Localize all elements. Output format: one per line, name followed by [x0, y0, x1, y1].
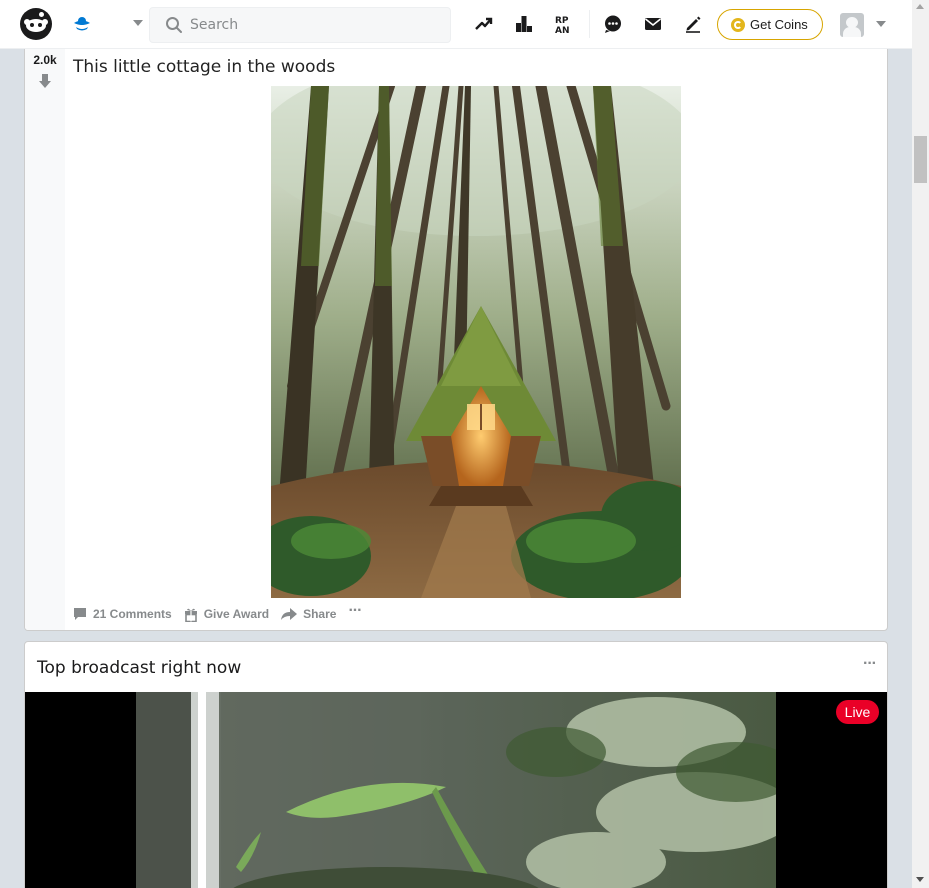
- share-icon: [281, 607, 298, 620]
- give-award-label: Give Award: [203, 607, 270, 621]
- broadcast-more-options-icon[interactable]: ···: [863, 655, 877, 673]
- scroll-thumb[interactable]: [914, 136, 927, 183]
- post-card[interactable]: 2.0k This little cottage in the woods 21…: [24, 40, 888, 631]
- chat-icon[interactable]: [603, 14, 623, 34]
- coin-icon: [731, 17, 745, 32]
- vote-count: 2.0k: [33, 53, 57, 67]
- top-header: RP AN Get Coins: [0, 0, 912, 49]
- leaderboard-icon[interactable]: [514, 14, 534, 34]
- page-scrollbar[interactable]: [912, 0, 929, 888]
- live-badge: Live: [836, 700, 879, 724]
- comments-button[interactable]: 21 Comments: [73, 607, 172, 621]
- post-title[interactable]: This little cottage in the woods: [73, 57, 335, 77]
- share-button[interactable]: Share: [281, 607, 336, 621]
- search-icon: [166, 17, 182, 33]
- post-action-bar: 21 Comments Give Award Share ···: [73, 603, 362, 624]
- scroll-up-arrow-icon[interactable]: [916, 4, 924, 9]
- community-dropdown-chevron-icon[interactable]: [133, 20, 143, 26]
- pencil-icon[interactable]: [683, 14, 703, 34]
- waterfall-video-image: [136, 692, 776, 888]
- rpan-icon[interactable]: RP AN: [554, 14, 574, 34]
- cottage-forest-image: [271, 86, 681, 598]
- svg-text:RP: RP: [555, 16, 569, 26]
- downvote-arrow-icon[interactable]: [38, 73, 52, 89]
- broadcast-card[interactable]: Top broadcast right now ··· Live: [24, 641, 888, 888]
- search-input[interactable]: [190, 8, 445, 42]
- user-menu-chevron-icon[interactable]: [876, 21, 886, 27]
- scroll-down-arrow-icon[interactable]: [916, 877, 924, 882]
- trending-icon[interactable]: [474, 14, 494, 34]
- give-award-button[interactable]: Give Award: [184, 607, 269, 622]
- reddit-home-icon[interactable]: [72, 14, 92, 34]
- reddit-logo-icon[interactable]: [20, 8, 52, 40]
- broadcast-title: Top broadcast right now: [37, 658, 242, 678]
- get-coins-label: Get Coins: [750, 17, 808, 32]
- comment-icon: [74, 608, 86, 620]
- broadcast-video-player[interactable]: Live: [25, 692, 887, 888]
- search-bar[interactable]: [149, 7, 451, 43]
- logo-antenna: [39, 12, 44, 17]
- post-more-options-icon[interactable]: ···: [348, 603, 362, 619]
- mail-icon[interactable]: [643, 14, 663, 34]
- comments-label: 21 Comments: [93, 607, 172, 621]
- gift-icon: [184, 608, 197, 622]
- user-avatar-icon[interactable]: [840, 13, 864, 37]
- vote-column: 2.0k: [25, 41, 65, 630]
- header-divider: [589, 10, 590, 38]
- broadcast-video-frame: [136, 692, 776, 888]
- get-coins-button[interactable]: Get Coins: [717, 9, 823, 40]
- logo-face: [26, 19, 46, 32]
- share-label: Share: [303, 607, 337, 621]
- post-image[interactable]: [271, 86, 681, 598]
- svg-text:AN: AN: [555, 26, 570, 34]
